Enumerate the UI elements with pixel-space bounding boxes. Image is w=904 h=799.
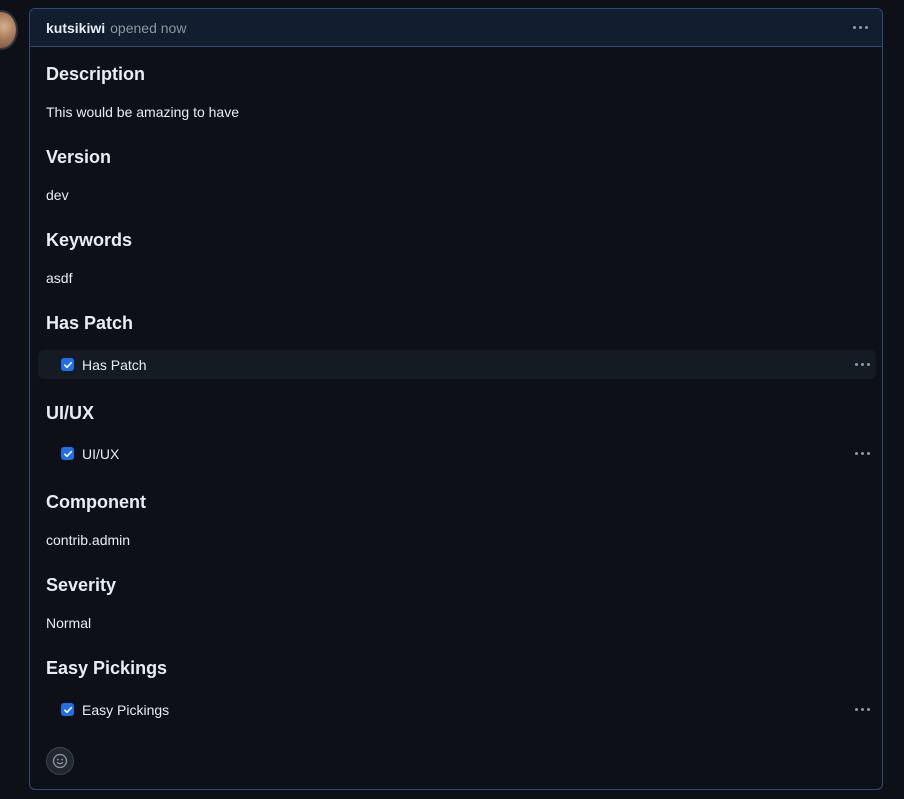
add-reaction-button[interactable] bbox=[46, 747, 74, 775]
comment-header: kutsikiwi opened now bbox=[30, 9, 882, 47]
task-item-has-patch: Has Patch bbox=[38, 350, 876, 379]
section-heading-description: Description bbox=[46, 64, 146, 84]
section-heading-severity: Severity bbox=[46, 575, 117, 595]
section-heading-component: Component bbox=[46, 492, 146, 512]
task-options-has-patch-icon[interactable] bbox=[855, 363, 870, 366]
check-icon bbox=[63, 450, 72, 457]
task-options-uiux-icon[interactable] bbox=[855, 452, 870, 455]
task-item-easy-pickings: Easy Pickings bbox=[38, 695, 876, 724]
task-item-uiux: UI/UX bbox=[38, 439, 876, 468]
section-value-keywords: asdf bbox=[46, 270, 73, 286]
task-label-easy-pickings: Easy Pickings bbox=[82, 701, 170, 718]
smiley-icon bbox=[52, 753, 68, 769]
check-icon bbox=[63, 361, 72, 368]
comment-options-button[interactable] bbox=[853, 26, 868, 29]
section-heading-version: Version bbox=[46, 147, 112, 167]
kebab-icon bbox=[853, 26, 868, 29]
avatar[interactable] bbox=[0, 10, 18, 50]
task-label-has-patch: Has Patch bbox=[82, 356, 147, 373]
section-value-severity: Normal bbox=[46, 615, 92, 631]
section-value-component: contrib.admin bbox=[46, 532, 131, 548]
task-checkbox-uiux[interactable] bbox=[61, 447, 74, 460]
task-options-easy-pickings-icon[interactable] bbox=[855, 708, 870, 711]
section-heading-has-patch: Has Patch bbox=[46, 313, 134, 333]
task-label-uiux: UI/UX bbox=[82, 445, 120, 462]
section-value-version: dev bbox=[46, 187, 69, 203]
comment-meta: opened now bbox=[110, 19, 187, 36]
section-heading-uiux: UI/UX bbox=[46, 403, 95, 423]
section-value-description: This would be amazing to have bbox=[46, 104, 239, 120]
section-heading-easy-pickings: Easy Pickings bbox=[46, 658, 168, 678]
check-icon bbox=[63, 706, 72, 713]
comment-author[interactable]: kutsikiwi bbox=[46, 20, 105, 36]
task-checkbox-has-patch[interactable] bbox=[61, 358, 74, 371]
task-checkbox-easy-pickings[interactable] bbox=[61, 703, 74, 716]
section-heading-keywords: Keywords bbox=[46, 230, 133, 250]
issue-comment-card: kutsikiwi opened now Description This wo… bbox=[29, 8, 883, 790]
